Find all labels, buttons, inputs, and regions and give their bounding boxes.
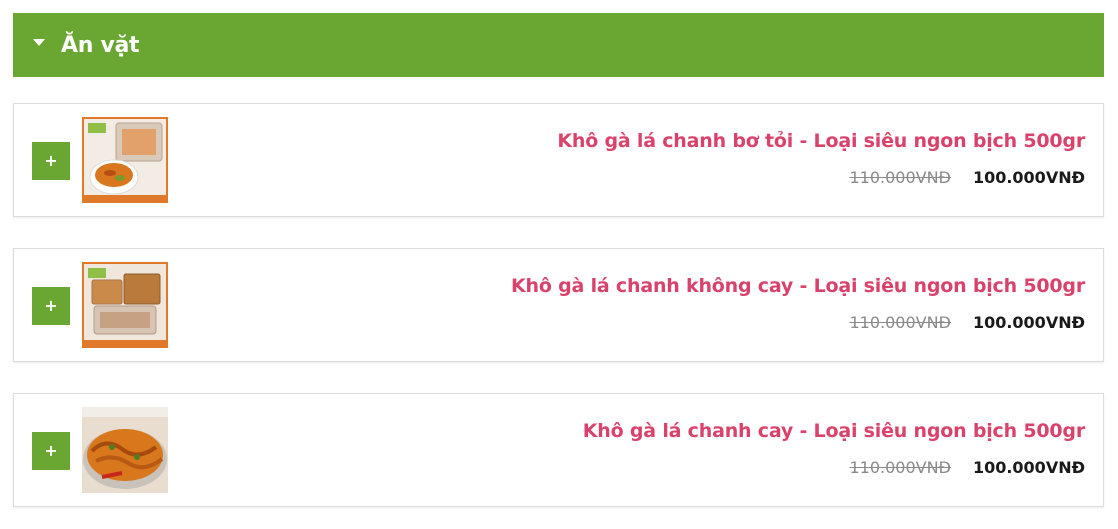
price-row: 110.000VNĐ 100.000VNĐ xyxy=(849,168,1085,187)
product-image[interactable] xyxy=(82,262,168,348)
product-card: + Khô gà lá chanh cay - Loại siêu ngon b… xyxy=(13,393,1104,507)
product-card: + Khô gà lá chanh bơ tỏi - Loại siêu ngo… xyxy=(13,103,1104,217)
price-row: 110.000VNĐ 100.000VNĐ xyxy=(849,458,1085,477)
menu-category-section: Ăn vặt + Khô gà lá chanh bơ tỏi - Loại s… xyxy=(0,0,1118,529)
sale-price: 100.000VNĐ xyxy=(972,168,1085,187)
product-name[interactable]: Khô gà lá chanh không cay - Loại siêu ng… xyxy=(511,275,1085,297)
add-to-cart-button[interactable]: + xyxy=(32,432,70,470)
sale-price: 100.000VNĐ xyxy=(972,458,1085,477)
product-card: + Khô gà lá chanh không cay - Loại siêu … xyxy=(13,248,1104,362)
caret-down-icon xyxy=(33,38,45,46)
add-to-cart-button[interactable]: + xyxy=(32,287,70,325)
product-image[interactable] xyxy=(82,407,168,493)
product-name[interactable]: Khô gà lá chanh bơ tỏi - Loại siêu ngon … xyxy=(557,130,1085,152)
category-title: Ăn vặt xyxy=(61,32,140,58)
add-to-cart-button[interactable]: + xyxy=(32,142,70,180)
old-price: 110.000VNĐ xyxy=(849,168,951,187)
sale-price: 100.000VNĐ xyxy=(972,313,1085,332)
old-price: 110.000VNĐ xyxy=(849,458,951,477)
product-image[interactable] xyxy=(82,117,168,203)
price-row: 110.000VNĐ 100.000VNĐ xyxy=(849,313,1085,332)
old-price: 110.000VNĐ xyxy=(849,313,951,332)
product-name[interactable]: Khô gà lá chanh cay - Loại siêu ngon bịc… xyxy=(583,420,1085,442)
category-header[interactable]: Ăn vặt xyxy=(13,13,1104,77)
